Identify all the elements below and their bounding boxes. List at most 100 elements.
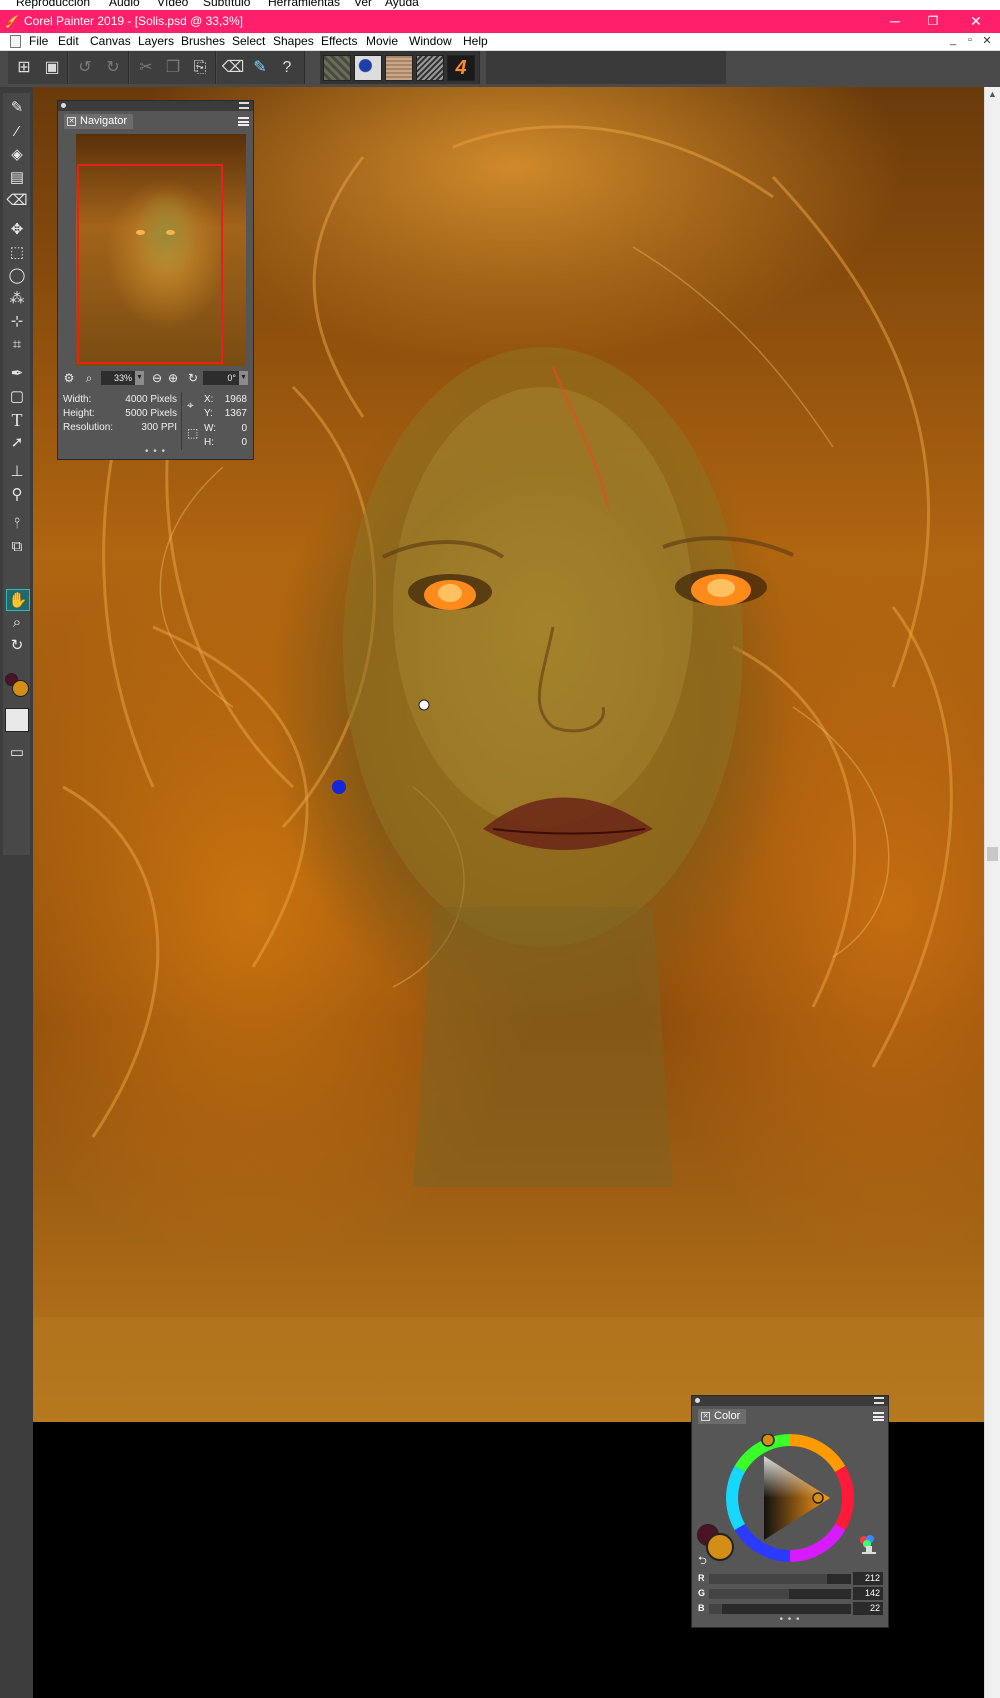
paper-swatch[interactable] [5,708,29,732]
saturation-value-marker[interactable] [812,1492,824,1504]
panel-resize-dots[interactable]: • • • [58,446,253,457]
green-slider[interactable] [709,1589,851,1599]
magic-wand-tool-icon[interactable]: ⁂ [5,288,29,310]
navigator-preview[interactable] [76,134,246,366]
tab-color[interactable]: ✕ Color [698,1409,747,1424]
os-menu-item[interactable]: Reproducción [16,0,90,9]
main-color-swatch[interactable] [12,680,29,697]
doc-restore-button[interactable]: ▫ [963,34,977,46]
rotate-page-tool-icon[interactable]: ↻ [5,635,29,657]
pattern-swatch[interactable] [416,55,444,81]
red-slider[interactable] [709,1574,851,1584]
magnifier-tool-icon[interactable]: ⌕ [5,612,29,634]
red-value-field[interactable]: 212 [853,1572,883,1585]
perspective-tool-icon[interactable]: ⧉ [5,536,29,558]
paper-texture-swatch[interactable] [323,55,351,81]
maximize-button[interactable]: ❐ [914,10,952,33]
rectangular-selection-tool-icon[interactable]: ⬚ [5,242,29,264]
menu-select[interactable]: Select [232,34,265,48]
doc-minimize-button[interactable]: _ [946,34,960,46]
undo-icon[interactable]: ↺ [72,55,98,81]
menu-effects[interactable]: Effects [321,34,357,48]
menu-movie[interactable]: Movie [366,34,398,48]
main-color-swatch[interactable] [706,1533,734,1561]
dodge-tool-icon[interactable]: ⚲ [5,484,29,506]
gradient-tool-icon[interactable]: ▤ [5,167,29,189]
scroll-up-icon[interactable]: ▲ [988,89,997,99]
new-document-icon[interactable]: ⊞ [11,55,37,81]
panel-resize-dots[interactable]: • • • [692,1614,888,1625]
dropper-tool-icon[interactable]: ⁄ [5,121,29,143]
rotation-field[interactable]: 0° [203,371,239,385]
swap-colors-icon[interactable]: ⮌ [698,1552,707,1571]
green-value-field[interactable]: 142 [853,1587,883,1600]
os-menu-item[interactable]: Herramientas [268,0,340,9]
transform-tool-icon[interactable]: ⊹ [5,311,29,333]
os-menu-item[interactable]: Ver [354,0,372,9]
menu-window[interactable]: Window [409,34,452,48]
close-tab-icon[interactable]: ✕ [67,117,76,126]
navigator-settings-icon[interactable]: ⚙ [61,370,77,386]
panel-menu-icon[interactable] [238,117,249,126]
os-menu-item[interactable]: Ayuda [385,0,419,9]
menu-layers[interactable]: Layers [138,34,174,48]
tab-navigator[interactable]: ✕ Navigator [64,114,134,129]
rectangle-shape-tool-icon[interactable]: ▢ [5,386,29,408]
eraser-tool-icon[interactable]: ⌫ [5,190,29,212]
brush-tool-icon[interactable]: ✎ [5,97,29,119]
view-rectangle[interactable] [77,164,223,364]
cloner-tool-icon[interactable]: ⊥ [5,461,29,483]
panel-grip[interactable] [692,1396,888,1406]
paper-library-swatch[interactable] [385,55,413,81]
help-icon[interactable]: ? [274,55,300,81]
color-wheel[interactable] [726,1434,854,1562]
paste-icon[interactable]: ⎘ [187,55,213,81]
zoom-icon[interactable]: ⌕ [81,370,97,386]
minimize-button[interactable]: ─ [876,10,914,33]
cut-icon[interactable]: ✂ [133,55,159,81]
redo-icon[interactable]: ↻ [100,55,126,81]
zoom-field[interactable]: 33% [101,371,135,385]
vertical-scrollbar[interactable]: ▲ [984,87,1000,1698]
flow-map-swatch[interactable] [354,55,382,81]
menu-canvas[interactable]: Canvas [90,34,131,48]
blue-slider[interactable] [709,1604,851,1614]
zoom-out-icon[interactable]: ⊖ [149,370,165,386]
scrollbar-thumb[interactable] [987,847,998,861]
doc-close-button[interactable]: ✕ [980,34,994,47]
zoom-dropdown-icon[interactable]: ▼ [135,371,144,385]
menu-help[interactable]: Help [463,34,488,48]
lasso-tool-icon[interactable]: ◯ [5,265,29,287]
menu-brushes[interactable]: Brushes [181,34,225,48]
save-icon[interactable]: ▣ [39,55,65,81]
menu-shapes[interactable]: Shapes [273,34,314,48]
text-tool-icon[interactable]: T [5,409,29,431]
brush-variant-swatch[interactable]: 4 [447,55,475,81]
close-tab-icon[interactable]: ✕ [701,1412,710,1421]
color-mixer-icon[interactable] [858,1534,880,1556]
paint-bucket-tool-icon[interactable]: ◈ [5,144,29,166]
os-menu-item[interactable]: Vídeo [157,0,188,9]
os-menu-item[interactable]: Audio [109,0,140,9]
os-menu-item[interactable]: Subtítulo [203,0,250,9]
grabber-tool-icon[interactable]: ✋ [6,589,30,611]
eraser-icon[interactable]: ⌫ [220,55,246,81]
close-button[interactable]: ✕ [957,10,995,33]
rotate-icon[interactable]: ↻ [185,370,201,386]
screen-mode-icon[interactable]: ▭ [5,742,29,764]
copy-icon[interactable]: ❐ [160,55,186,81]
panel-grip[interactable] [58,101,253,111]
zoom-in-icon[interactable]: ⊕ [165,370,181,386]
panel-menu-icon[interactable] [873,1412,884,1421]
document-icon[interactable] [10,35,21,48]
crop-tool-icon[interactable]: ⌗ [5,334,29,356]
rotation-dropdown-icon[interactable]: ▼ [239,371,248,385]
menu-edit[interactable]: Edit [58,34,79,48]
shape-selection-tool-icon[interactable]: ➚ [5,432,29,454]
layer-adjuster-tool-icon[interactable]: ✥ [5,219,29,241]
brush-selector-icon[interactable]: ✎ [247,55,273,81]
mirror-tool-icon[interactable]: ⫯ [5,513,29,535]
pen-tool-icon[interactable]: ✒ [5,363,29,385]
hue-marker[interactable] [761,1434,775,1447]
menu-file[interactable]: File [29,34,48,48]
